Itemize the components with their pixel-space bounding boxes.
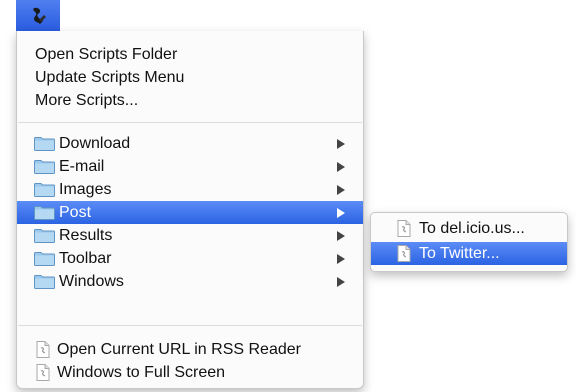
post-submenu: To del.icio.us... To Twitter... <box>370 212 568 272</box>
folder-icon <box>34 206 55 220</box>
submenu-item-label: To del.icio.us... <box>419 220 525 237</box>
script-document-icon <box>36 341 50 358</box>
menu-item-label: Open Current URL in RSS Reader <box>57 341 301 358</box>
menu-item-windows-to-full-screen[interactable]: Windows to Full Screen <box>17 361 363 384</box>
submenu-arrow-icon <box>337 139 345 149</box>
menu-separator <box>18 122 362 123</box>
submenu-arrow-icon <box>337 185 345 195</box>
menu-item-label: Windows <box>59 273 124 290</box>
scripts-menu-button[interactable] <box>16 0 60 31</box>
folder-icon <box>34 160 55 174</box>
menu-item-label: Results <box>59 227 113 244</box>
menu-item-label: Toolbar <box>59 250 112 267</box>
submenu-arrow-icon <box>337 254 345 264</box>
folder-icon <box>34 229 55 243</box>
menu-item-open-scripts-folder[interactable]: Open Scripts Folder <box>17 43 363 66</box>
folder-icon <box>34 275 55 289</box>
folder-icon <box>34 252 55 266</box>
script-document-icon <box>36 364 50 381</box>
menu-item-more-scripts[interactable]: More Scripts... <box>17 89 363 112</box>
submenu-arrow-icon <box>337 208 345 218</box>
folder-icon <box>34 183 55 197</box>
menu-item-label: Windows to Full Screen <box>57 364 226 381</box>
menu-item-e-mail[interactable]: E-mail <box>17 155 363 178</box>
menu-item-windows[interactable]: Windows <box>17 270 363 293</box>
menu-item-images[interactable]: Images <box>17 178 363 201</box>
script-document-icon <box>397 245 411 262</box>
menu-separator <box>18 325 362 326</box>
script-icon <box>33 7 46 24</box>
menu-item-label: Images <box>59 181 112 198</box>
menu-item-label: E-mail <box>59 158 105 175</box>
scripts-menu: Open Scripts Folder Update Scripts Menu … <box>16 31 364 389</box>
menu-item-post[interactable]: Post <box>17 201 363 224</box>
submenu-arrow-icon <box>337 162 345 172</box>
menu-item-toolbar[interactable]: Toolbar <box>17 247 363 270</box>
submenu-item-label: To Twitter... <box>419 245 500 262</box>
script-document-icon <box>397 220 411 237</box>
menu-item-label: Open Scripts Folder <box>35 46 178 63</box>
menu-item-label: Download <box>59 135 131 152</box>
menu-item-open-current-url-in-rss-reader[interactable]: Open Current URL in RSS Reader <box>17 338 363 361</box>
menu-item-update-scripts-menu[interactable]: Update Scripts Menu <box>17 66 363 89</box>
submenu-arrow-icon <box>337 277 345 287</box>
folder-icon <box>34 137 55 151</box>
submenu-item-to-del-icio-us[interactable]: To del.icio.us... <box>371 217 567 240</box>
submenu-item-to-twitter[interactable]: To Twitter... <box>371 242 567 265</box>
menu-item-download[interactable]: Download <box>17 132 363 155</box>
menu-item-label: Post <box>59 204 92 221</box>
submenu-arrow-icon <box>337 231 345 241</box>
menu-item-label: More Scripts... <box>35 92 139 109</box>
menu-item-label: Update Scripts Menu <box>35 69 185 86</box>
menu-item-results[interactable]: Results <box>17 224 363 247</box>
